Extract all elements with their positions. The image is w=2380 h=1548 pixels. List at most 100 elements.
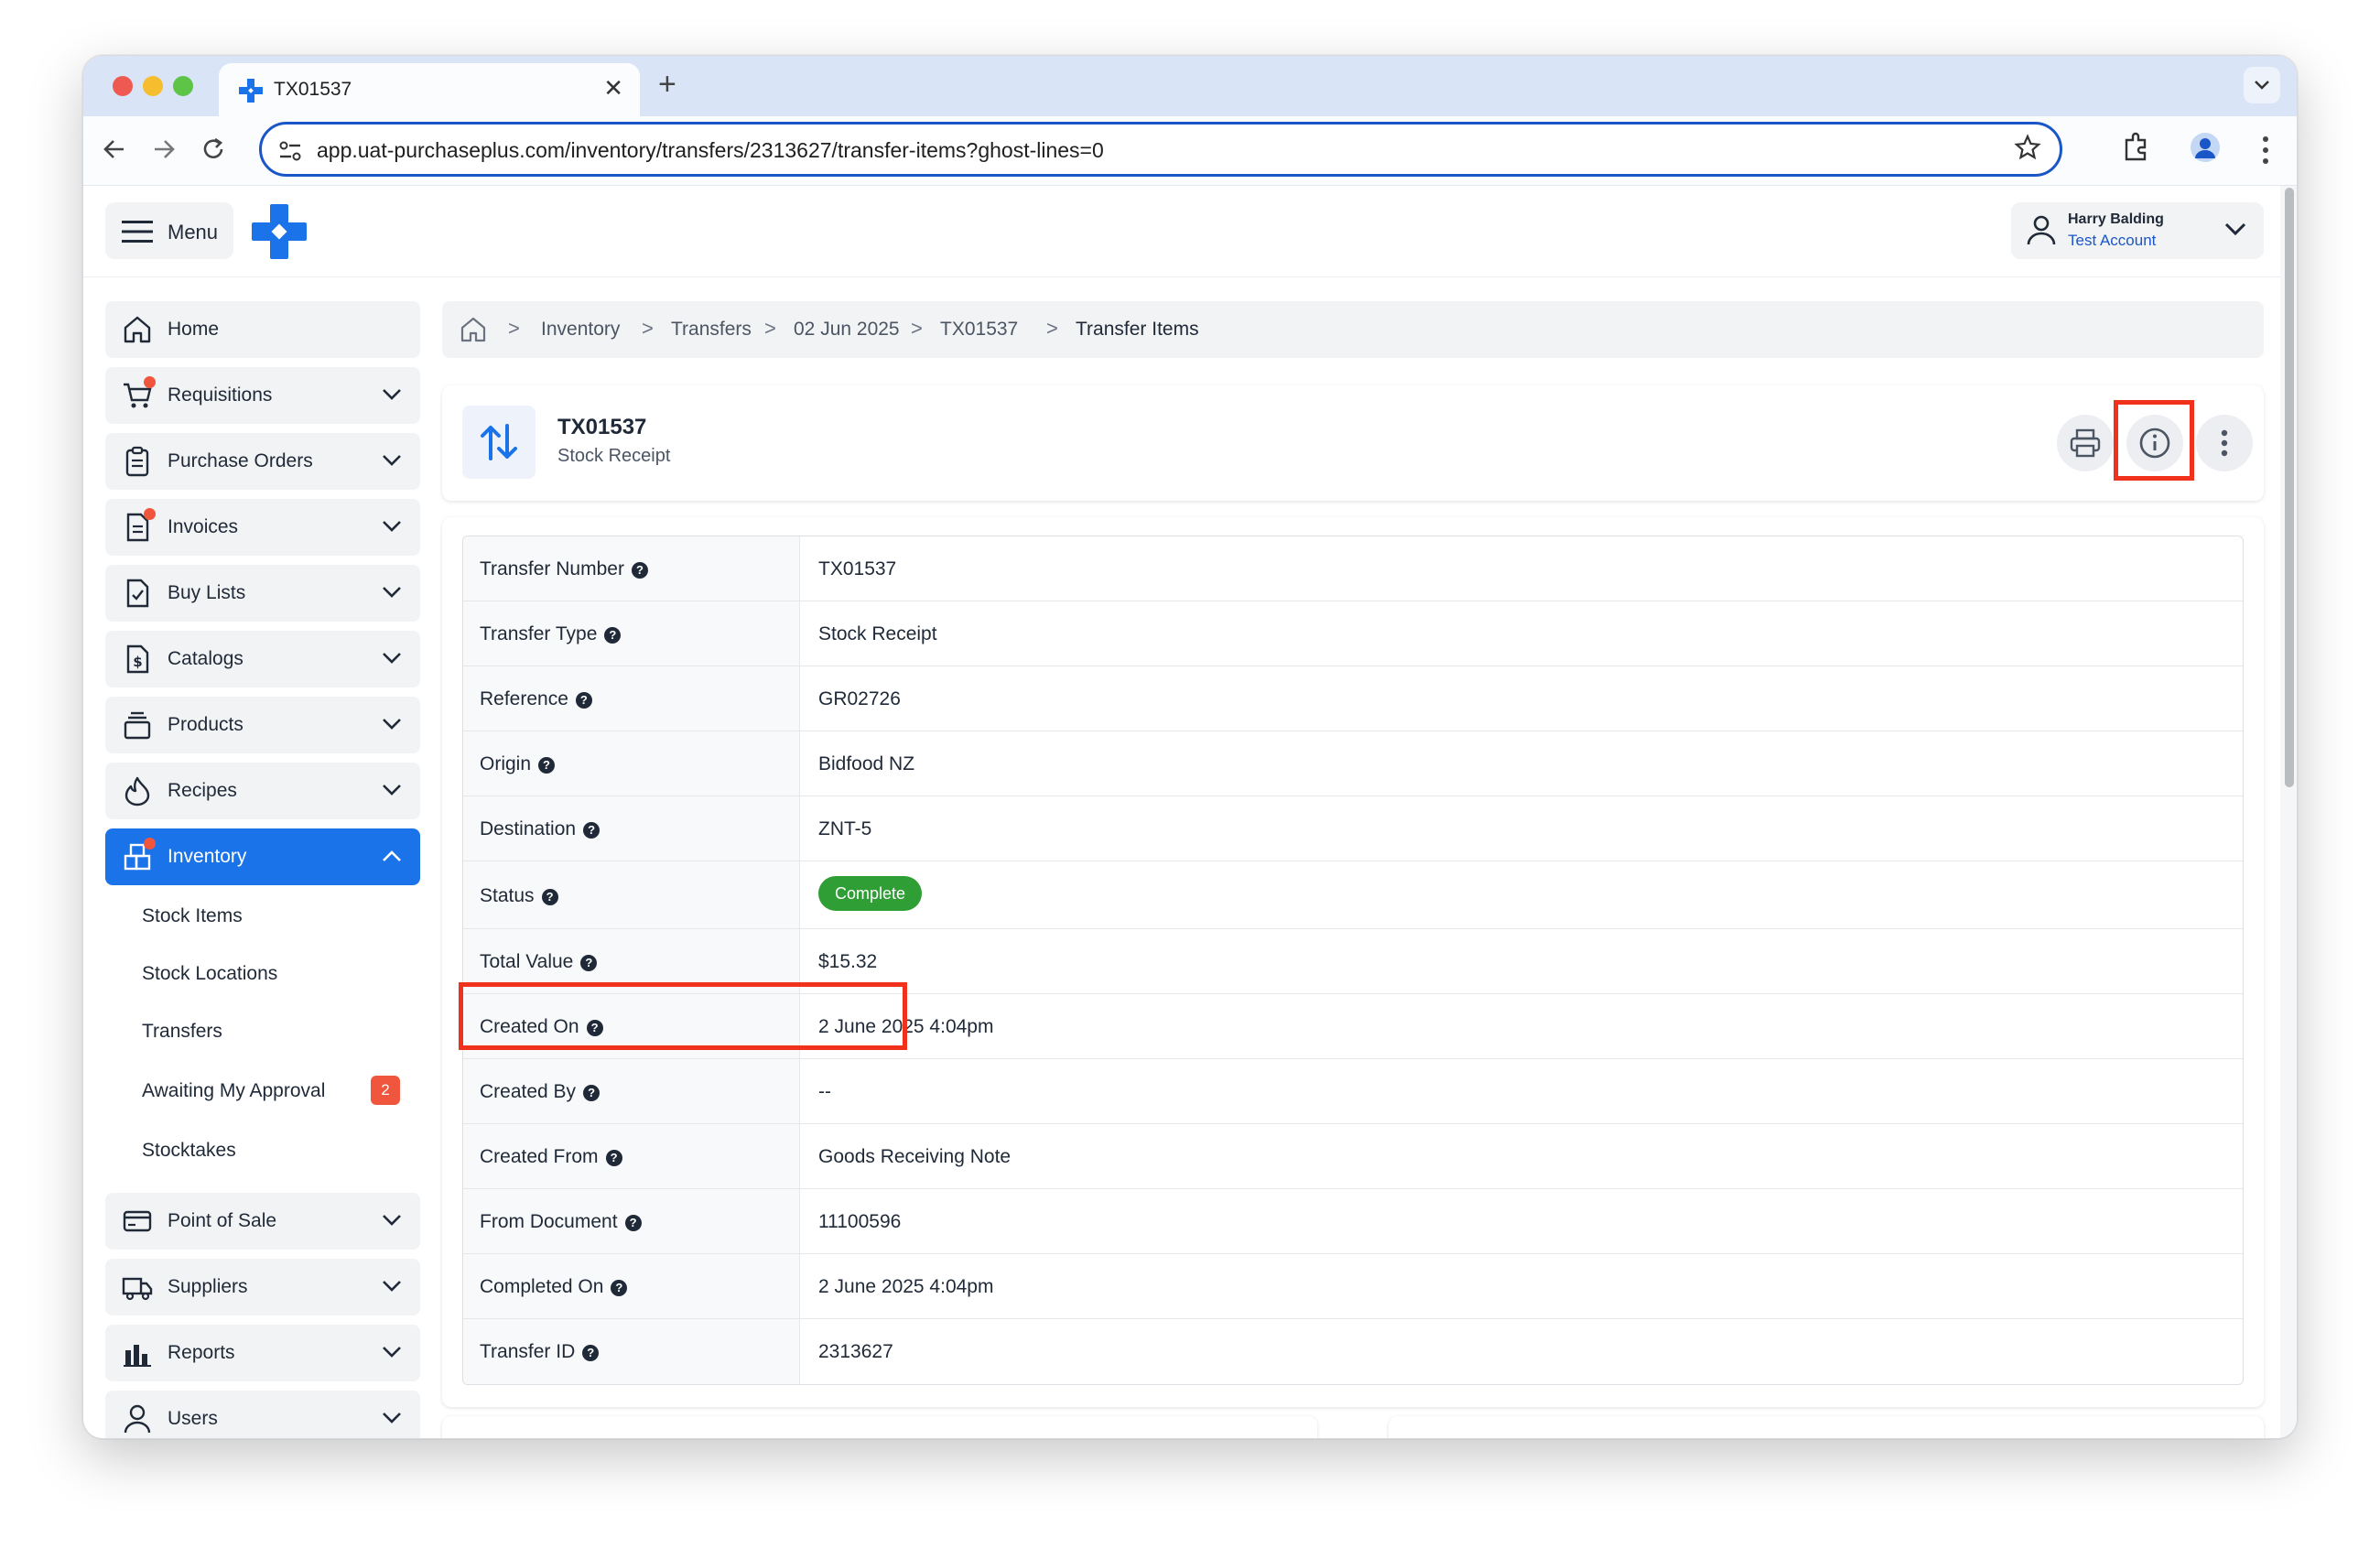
table-row: Completed On? 2 June 2025 4:04pm	[463, 1254, 2243, 1319]
sidebar-item-label: Invoices	[168, 516, 239, 537]
purchaseplus-logo[interactable]	[252, 204, 307, 259]
sidebar-item-recipes[interactable]: Recipes	[105, 763, 420, 819]
sidebar-item-reports[interactable]: Reports	[105, 1325, 420, 1381]
kebab-icon[interactable]	[2260, 135, 2271, 166]
scrollbar-thumb[interactable]	[2285, 188, 2294, 787]
url-text: app.uat-purchaseplus.com/inventory/trans…	[317, 138, 1104, 162]
help-icon[interactable]: ?	[583, 1085, 600, 1101]
home-icon[interactable]	[459, 315, 488, 344]
svg-text:$: $	[133, 654, 142, 670]
new-tab-button[interactable]: +	[658, 67, 676, 103]
sidebar-subitem-stocktakes[interactable]: Stocktakes	[142, 1140, 236, 1162]
help-icon[interactable]: ?	[580, 955, 598, 971]
row-value: Bidfood NZ	[818, 753, 915, 774]
user-account: Test Account	[2068, 232, 2157, 249]
breadcrumb-transfers[interactable]: Transfers	[671, 319, 752, 341]
tab-search-button[interactable]	[2244, 67, 2280, 103]
chevron-down-icon	[383, 653, 401, 664]
row-label-text: From Document	[480, 1211, 618, 1232]
awaiting-count-badge: 2	[371, 1076, 400, 1105]
chevron-down-icon	[383, 389, 401, 400]
help-icon[interactable]: ?	[541, 889, 558, 905]
chevron-down-icon	[383, 1215, 401, 1226]
back-icon[interactable]	[102, 136, 127, 162]
card-icon	[123, 1210, 152, 1232]
sidebar-item-users[interactable]: Users	[105, 1391, 420, 1438]
sidebar-item-requisitions[interactable]: Requisitions	[105, 367, 420, 424]
chevron-down-icon	[383, 587, 401, 598]
row-label-cell: Created By?	[463, 1059, 800, 1123]
row-value: GR02726	[818, 688, 901, 709]
browser-tab[interactable]: TX01537 ✕	[219, 63, 640, 116]
chevron-down-icon	[383, 455, 401, 466]
breadcrumb-transfer-number[interactable]: TX01537	[940, 319, 1018, 341]
address-toolbar: app.uat-purchaseplus.com/inventory/trans…	[83, 116, 2297, 186]
chevron-down-icon	[383, 1281, 401, 1292]
transfer-header-card: TX01537 Stock Receipt	[442, 385, 2264, 501]
help-icon[interactable]: ?	[631, 562, 648, 579]
table-row: Transfer ID? 2313627	[463, 1319, 2243, 1384]
row-value: TX01537	[818, 558, 897, 579]
address-bar[interactable]: app.uat-purchaseplus.com/inventory/trans…	[259, 122, 2062, 177]
more-options-button[interactable]	[2196, 415, 2253, 471]
sidebar-subitem-stock-items[interactable]: Stock Items	[142, 905, 243, 927]
user-icon	[2027, 215, 2056, 245]
row-value: --	[818, 1081, 831, 1102]
chevron-down-icon	[2224, 222, 2246, 236]
help-icon[interactable]: ?	[582, 1345, 600, 1361]
help-icon[interactable]: ?	[624, 1215, 642, 1231]
profile-icon[interactable]	[2191, 133, 2220, 162]
printer-icon	[2070, 428, 2101, 458]
help-icon[interactable]: ?	[583, 822, 600, 839]
star-icon[interactable]	[2014, 134, 2041, 161]
reload-icon[interactable]	[200, 136, 226, 162]
sidebar-subitem-transfers[interactable]: Transfers	[142, 1021, 222, 1043]
table-row: Transfer Type? Stock Receipt	[463, 601, 2243, 666]
help-icon[interactable]: ?	[575, 692, 592, 709]
maximize-window-button[interactable]	[173, 76, 193, 96]
row-label-cell: Status?	[463, 861, 800, 928]
tab-title: TX01537	[274, 79, 352, 100]
breadcrumb-date[interactable]: 02 Jun 2025	[794, 319, 900, 341]
breadcrumb-inventory[interactable]: Inventory	[541, 319, 620, 341]
sidebar-item-point-of-sale[interactable]: Point of Sale	[105, 1193, 420, 1250]
chevron-down-icon	[383, 1347, 401, 1358]
help-icon[interactable]: ?	[605, 1150, 622, 1166]
lower-card-right	[1389, 1416, 2264, 1438]
notification-dot	[144, 838, 156, 850]
sidebar-item-label: Recipes	[168, 780, 237, 801]
sidebar-item-suppliers[interactable]: Suppliers	[105, 1259, 420, 1315]
sidebar-subitem-awaiting-my-approval[interactable]: Awaiting My Approval	[142, 1080, 325, 1102]
page-scrollbar[interactable]	[2280, 186, 2297, 1438]
tab-close-icon[interactable]: ✕	[603, 74, 623, 103]
details-table: Transfer Number? TX01537 Transfer Type? …	[462, 536, 2244, 1385]
row-label-text: Transfer Type	[480, 623, 598, 644]
extensions-icon[interactable]	[2119, 131, 2152, 164]
site-settings-icon[interactable]	[276, 137, 304, 165]
sidebar-item-buy-lists[interactable]: Buy Lists	[105, 565, 420, 622]
menu-button[interactable]: Menu	[105, 202, 233, 259]
close-window-button[interactable]	[113, 76, 133, 96]
sidebar-subitem-stock-locations[interactable]: Stock Locations	[142, 963, 277, 985]
table-row: Destination? ZNT-5	[463, 796, 2243, 861]
sidebar-item-invoices[interactable]: Invoices	[105, 499, 420, 556]
minimize-window-button[interactable]	[143, 76, 163, 96]
forward-icon[interactable]	[151, 136, 177, 162]
row-label: Destination?	[480, 818, 600, 840]
row-label-text: Created By	[480, 1081, 577, 1102]
print-button[interactable]	[2057, 415, 2114, 471]
sidebar-item-catalogs[interactable]: $ Catalogs	[105, 631, 420, 687]
sidebar-item-purchase-orders[interactable]: Purchase Orders	[105, 433, 420, 490]
chevron-up-icon	[383, 850, 401, 861]
row-label-text: Reference	[480, 688, 568, 709]
help-icon[interactable]: ?	[611, 1280, 628, 1296]
breadcrumb-separator: >	[1046, 317, 1058, 340]
help-icon[interactable]: ?	[538, 757, 556, 774]
sidebar-item-inventory[interactable]: Inventory	[105, 828, 420, 885]
row-value: 2 June 2025 4:04pm	[818, 1276, 994, 1297]
help-icon[interactable]: ?	[604, 627, 622, 644]
chevron-down-icon	[383, 719, 401, 730]
sidebar-item-products[interactable]: Products	[105, 697, 420, 753]
sidebar-item-home[interactable]: Home	[105, 301, 420, 358]
user-menu[interactable]: Harry Balding Test Account	[2011, 202, 2264, 259]
